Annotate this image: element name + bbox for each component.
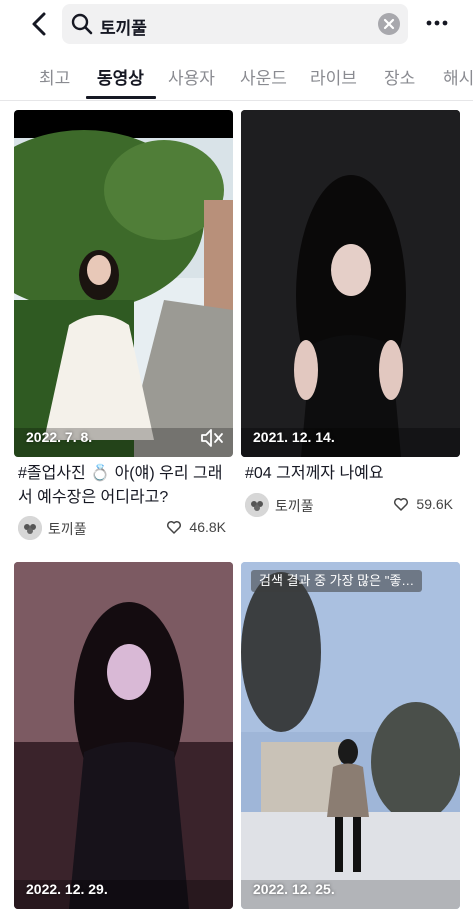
tab-sounds[interactable]: 사운드 <box>240 64 287 89</box>
video-date: 2021. 12. 14. <box>253 429 335 445</box>
search-result-label: 검색 결과 중 가장 많은 "좋… <box>251 570 423 592</box>
video-thumbnail[interactable]: 2022. 7. 8. <box>14 110 233 457</box>
author-name[interactable]: 토끼풀 <box>48 519 87 539</box>
video-caption[interactable]: #졸업사진 💍 아(얘) 우리 그래서 예수장은 어디라고? <box>18 462 232 510</box>
video-card[interactable]: 2022. 12. 29. <box>14 562 233 909</box>
top-bar: 토끼풀 <box>0 0 473 50</box>
search-query: 토끼풀 <box>100 19 147 38</box>
active-tab-indicator <box>86 96 156 99</box>
tab-users[interactable]: 사용자 <box>168 64 215 89</box>
tab-places[interactable]: 장소 <box>384 64 415 89</box>
tab-videos[interactable]: 동영상 <box>97 64 144 89</box>
author-avatar[interactable] <box>245 493 269 517</box>
video-thumbnail[interactable]: 2021. 12. 14. <box>241 110 460 457</box>
heart-icon <box>166 520 182 534</box>
video-date: 2022. 12. 25. <box>253 881 335 897</box>
close-icon <box>383 18 395 30</box>
tab-hashtags[interactable]: 해시 <box>443 64 473 89</box>
author-name[interactable]: 토끼풀 <box>275 496 314 516</box>
video-thumbnail[interactable]: 2022. 12. 29. <box>14 562 233 909</box>
video-card[interactable]: 2021. 12. 14. #04 그저께자 나예요 토끼풀 59.6K <box>241 110 460 550</box>
like-count: 46.8K <box>189 519 226 535</box>
video-date: 2022. 7. 8. <box>26 429 93 445</box>
video-meta: 토끼풀 46.8K <box>18 516 232 542</box>
tab-top[interactable]: 최고 <box>39 64 70 89</box>
back-arrow-icon[interactable] <box>26 10 54 38</box>
search-tabs: 최고 동영상 사용자 사운드 라이브 장소 해시 <box>0 56 473 101</box>
author-avatar[interactable] <box>18 516 42 540</box>
video-card[interactable]: 2022. 7. 8. #졸업사진 💍 아(얘) 우리 그래서 예수장은 어디라… <box>14 110 233 550</box>
like-count: 59.6K <box>416 496 453 512</box>
heart-icon <box>393 497 409 511</box>
video-date: 2022. 12. 29. <box>26 881 108 897</box>
clear-search-button[interactable] <box>378 13 400 35</box>
video-caption[interactable]: #04 그저께자 나예요 <box>245 462 459 486</box>
search-input[interactable]: 토끼풀 <box>62 4 408 44</box>
muted-speaker-icon[interactable] <box>199 427 225 449</box>
more-options-icon[interactable] <box>424 10 450 36</box>
search-icon <box>71 13 93 35</box>
video-meta: 토끼풀 59.6K <box>245 493 459 519</box>
tab-live[interactable]: 라이브 <box>310 64 357 89</box>
video-card[interactable]: 검색 결과 중 가장 많은 "좋… 2022. 12. 25. <box>241 562 460 909</box>
video-thumbnail[interactable]: 검색 결과 중 가장 많은 "좋… 2022. 12. 25. <box>241 562 460 909</box>
